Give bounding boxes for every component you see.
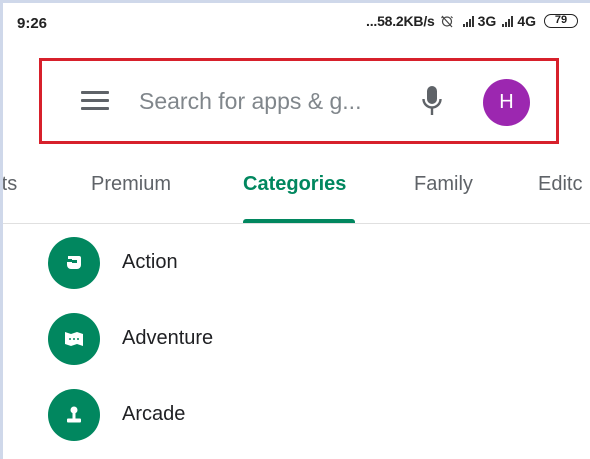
battery-icon: 79: [544, 14, 578, 28]
arcade-icon: [48, 389, 100, 441]
status-bar: 9:26 ...58.2KB/s 3G 4G 79: [3, 3, 590, 43]
category-tabs: rts Premium Categories Family Editc: [3, 153, 590, 224]
category-item-adventure[interactable]: Adventure: [48, 313, 448, 365]
phone-screen: 9:26 ...58.2KB/s 3G 4G 79 Search for app…: [0, 0, 590, 459]
alarm-off-icon: [440, 15, 453, 28]
category-item-action[interactable]: Action: [48, 237, 448, 289]
search-highlight-box: [39, 58, 559, 144]
tab-family[interactable]: Family: [414, 173, 473, 196]
tab-categories[interactable]: Categories: [243, 173, 346, 196]
signal-icon-2: [502, 15, 514, 27]
network-type-1: 3G: [477, 13, 497, 29]
category-item-arcade[interactable]: Arcade: [48, 389, 448, 441]
category-label: Arcade: [122, 403, 186, 425]
tab-sports[interactable]: rts: [3, 173, 17, 196]
tab-premium[interactable]: Premium: [91, 173, 171, 196]
status-indicators: ...58.2KB/s 3G 4G 79: [366, 13, 578, 29]
network-type-2: 4G: [517, 13, 536, 29]
active-tab-indicator: [243, 219, 355, 223]
action-icon: [48, 237, 100, 289]
signal-icon-1: [462, 15, 474, 27]
network-speed: ...58.2KB/s: [366, 13, 435, 29]
status-time: 9:26: [17, 15, 48, 32]
adventure-icon: [48, 313, 100, 365]
tab-editors-choice[interactable]: Editc: [538, 173, 582, 196]
category-label: Action: [122, 251, 178, 273]
category-label: Adventure: [122, 327, 214, 349]
